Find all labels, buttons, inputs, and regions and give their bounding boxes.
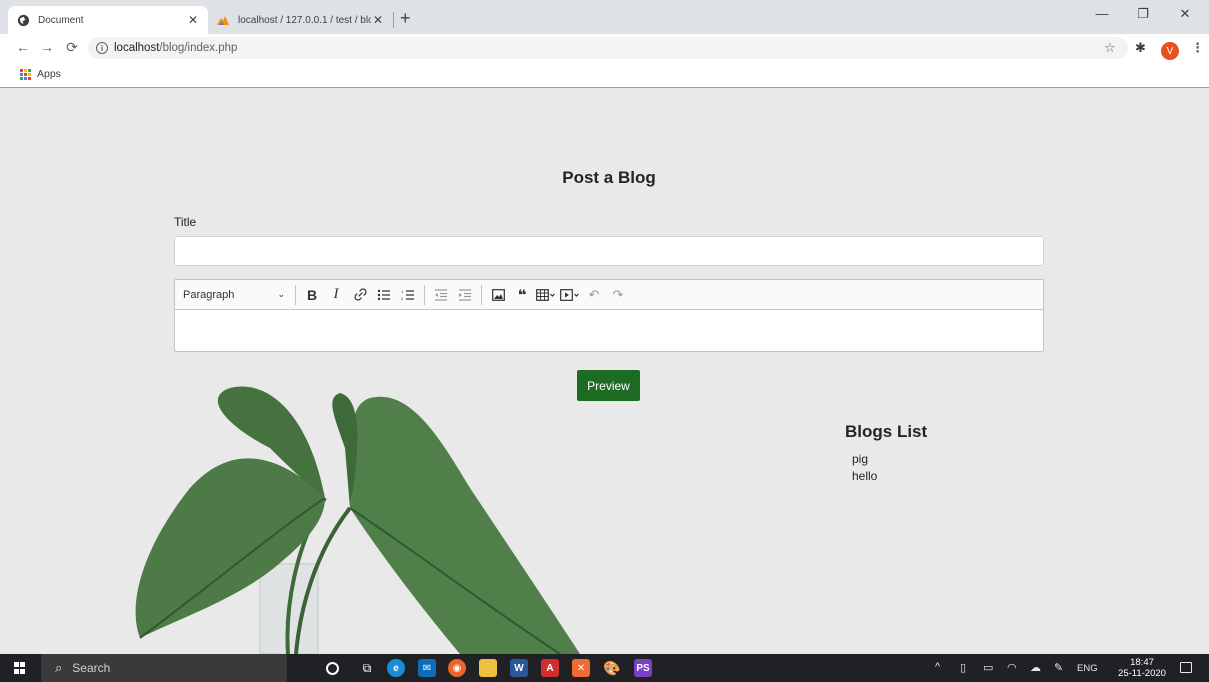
svg-text:1: 1 — [401, 289, 404, 294]
svg-text:2: 2 — [401, 296, 404, 301]
close-tab-icon[interactable]: ✕ — [186, 13, 200, 27]
reload-icon[interactable]: ⟳ — [63, 39, 81, 56]
bookmarks-bar: Apps — [0, 62, 1209, 88]
minimize-icon[interactable]: — — [1087, 6, 1117, 21]
restore-icon[interactable]: ❐ — [1128, 6, 1158, 22]
phpmyadmin-icon — [216, 13, 230, 27]
indent-icon[interactable] — [454, 284, 476, 306]
toolbar-separator — [295, 284, 296, 305]
cortana-icon[interactable] — [326, 662, 339, 675]
mail-icon[interactable]: ✉ — [418, 659, 436, 677]
pen-icon[interactable]: ✎ — [1054, 661, 1063, 674]
wifi-icon[interactable]: ◠ — [1007, 661, 1017, 674]
address-bar[interactable]: i localhost/blog/index.php — [88, 37, 1128, 59]
tab-title: localhost / 127.0.0.1 / test / blog — [238, 14, 371, 26]
numbered-list-icon[interactable]: 12 — [397, 284, 419, 306]
word-icon[interactable]: W — [510, 659, 528, 677]
title-label: Title — [174, 215, 197, 229]
windows-taskbar: ⌕ Search ⧉ e ✉ ◉ W A ✕ 🎨 PS ^ ▯ ▭ ◠ ☁ ✎ … — [0, 654, 1209, 682]
chrome-icon[interactable]: ◉ — [448, 659, 466, 677]
close-window-icon[interactable]: ✕ — [1170, 6, 1200, 22]
browser-tab-strip: Document ✕ localhost / 127.0.0.1 / test … — [0, 0, 1209, 34]
editor-toolbar: Paragraph ⌄ B I 12 ❝ ↶ ↷ — [175, 280, 1043, 310]
back-icon[interactable]: ← — [14, 39, 32, 55]
bookmark-star-icon[interactable]: ☆ — [1104, 40, 1116, 56]
image-icon[interactable] — [487, 284, 509, 306]
chevron-down-icon: ⌄ — [277, 289, 285, 299]
forward-icon[interactable]: → — [38, 39, 56, 55]
undo-icon[interactable]: ↶ — [583, 284, 605, 306]
page-title: Post a Blog — [562, 168, 656, 187]
title-input[interactable] — [174, 236, 1044, 266]
url-path: /blog/index.php — [159, 42, 238, 54]
page-content: Post a Blog Title Paragraph ⌄ B I 12 ❝ ↶… — [0, 88, 1209, 654]
taskbar-search-box[interactable]: ⌕ Search — [41, 654, 287, 682]
menu-icon[interactable]: ⋮ — [1191, 40, 1204, 56]
redo-icon[interactable]: ↷ — [607, 284, 629, 306]
close-tab-icon[interactable]: ✕ — [371, 13, 385, 27]
tray-device-icon[interactable]: ▯ — [960, 661, 966, 674]
search-placeholder: Search — [72, 661, 111, 675]
globe-icon — [16, 13, 30, 27]
apps-link[interactable]: Apps — [37, 68, 61, 80]
edge-icon[interactable]: e — [387, 659, 405, 677]
notification-icon[interactable] — [1180, 662, 1192, 673]
blogs-list-heading: Blogs List — [845, 422, 928, 441]
outdent-icon[interactable] — [430, 284, 452, 306]
clock-time: 18:47 — [1130, 657, 1154, 668]
list-item[interactable]: pig — [852, 451, 877, 468]
preview-button[interactable]: Preview — [577, 370, 640, 401]
profile-avatar[interactable]: V — [1161, 42, 1179, 60]
battery-icon[interactable]: ▭ — [983, 661, 993, 674]
rich-text-editor: Paragraph ⌄ B I 12 ❝ ↶ ↷ — [174, 279, 1044, 352]
taskbar-clock[interactable]: 18:47 25-11-2020 — [1116, 657, 1168, 679]
heading-dropdown-label: Paragraph — [183, 288, 235, 301]
toolbar-separator — [424, 284, 425, 305]
file-explorer-icon[interactable] — [479, 659, 497, 677]
list-item[interactable]: hello — [852, 468, 877, 485]
link-icon[interactable] — [349, 284, 371, 306]
apps-icon[interactable] — [20, 69, 31, 80]
tab-title: Document — [38, 14, 84, 26]
task-view-icon[interactable]: ⧉ — [358, 659, 376, 677]
extensions-icon[interactable]: ✱ — [1135, 40, 1146, 56]
phpstorm-icon[interactable]: PS — [634, 659, 652, 677]
bold-icon[interactable]: B — [301, 284, 323, 306]
media-embed-icon[interactable] — [559, 284, 581, 306]
clock-date: 25-11-2020 — [1118, 668, 1166, 679]
block-quote-icon[interactable]: ❝ — [511, 284, 533, 306]
url-host: localhost — [114, 42, 160, 54]
toolbar-separator — [481, 284, 482, 305]
xampp-icon[interactable]: ✕ — [572, 659, 590, 677]
plant-background-image — [135, 386, 580, 654]
tab-phpmyadmin[interactable]: localhost / 127.0.0.1 / test / blog ✕ — [208, 6, 393, 34]
blogs-list: pig hello — [852, 451, 877, 485]
acrobat-icon[interactable]: A — [541, 659, 559, 677]
onedrive-icon[interactable]: ☁ — [1030, 661, 1041, 674]
tab-document[interactable]: Document ✕ — [8, 6, 208, 34]
new-tab-icon[interactable]: + — [400, 9, 411, 27]
windows-start-icon[interactable] — [14, 662, 26, 674]
tab-separator — [393, 12, 394, 28]
table-icon[interactable] — [535, 284, 557, 306]
language-indicator[interactable]: ENG — [1077, 663, 1098, 674]
editor-content-area[interactable] — [175, 310, 1043, 352]
browser-toolbar: ← → ⟳ i localhost/blog/index.php ☆ ✱ V ⋮ — [0, 34, 1209, 62]
bulleted-list-icon[interactable] — [373, 284, 395, 306]
tray-chevron-icon[interactable]: ^ — [935, 661, 940, 673]
heading-dropdown[interactable]: Paragraph ⌄ — [183, 289, 291, 301]
paint-icon[interactable]: 🎨 — [603, 659, 621, 677]
info-icon[interactable]: i — [96, 42, 108, 54]
search-icon: ⌕ — [55, 660, 63, 675]
italic-icon[interactable]: I — [325, 284, 347, 306]
